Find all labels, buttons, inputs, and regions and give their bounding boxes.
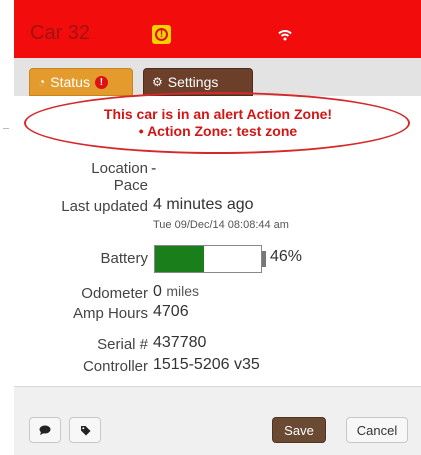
odometer-label: Odometer [81,285,148,302]
tab-status-label: Status [50,74,90,90]
tab-settings-label: Settings [167,74,219,90]
amp-hours-value: 4706 [153,303,189,320]
status-alert-badge: ! [94,75,108,89]
alert-line-1: This car is in an alert Action Zone! [103,106,333,122]
serial-label: Serial # [97,336,148,353]
battery-percent: 46% [270,248,303,265]
status-content: This car is in an alert Action Zone! • A… [14,96,421,386]
comment-button[interactable] [29,417,61,443]
odometer-value: 0 miles [153,283,199,301]
tag-button[interactable] [69,417,101,443]
comment-icon [39,425,51,435]
odometer-number: 0 [153,283,162,300]
amp-hours-label: Amp Hours [72,305,148,322]
car-title: Car 32 [30,22,91,44]
controller-label: Controller [82,358,148,375]
alert-message: This car is in an alert Action Zone! • A… [34,106,402,140]
tab-status[interactable]: ◔ Status ! [29,68,133,96]
edge-mark [3,128,9,129]
header-bar: Car 32 ! [14,0,421,58]
last-updated-value: 4 minutes ago [153,196,254,213]
controller-value: 1515-5206 v35 [153,356,260,373]
battery-bar [154,245,262,273]
save-button[interactable]: Save [272,417,326,443]
last-updated-timestamp: Tue 09/Dec/14 08:08:44 am [153,219,289,231]
location-value: - [151,160,157,177]
wifi-icon [278,30,292,41]
left-edge [0,0,14,455]
alert-icon[interactable]: ! [152,25,171,44]
tag-icon [80,425,90,435]
cancel-button[interactable]: Cancel [346,417,408,443]
footer-bar: Save Cancel [14,386,421,455]
tab-bar: ◔ Status ! ⚙ Settings [14,58,421,96]
tab-settings[interactable]: ⚙ Settings [143,68,253,96]
last-updated-label: Last updated [61,198,148,215]
pace-label: Pace [113,177,148,194]
serial-value: 437780 [153,334,207,351]
battery-cap [262,251,266,267]
dashboard-icon: ◔ [38,75,46,89]
car-panel: Car 32 ! ◔ Status ! ⚙ Settings This car … [14,0,421,455]
battery-label: Battery [100,250,148,267]
odometer-unit: miles [166,283,200,299]
location-label: Location [91,160,148,177]
alert-line-2: • Action Zone: test zone [138,123,298,139]
gears-icon: ⚙ [152,75,163,89]
battery-fill [155,246,204,272]
